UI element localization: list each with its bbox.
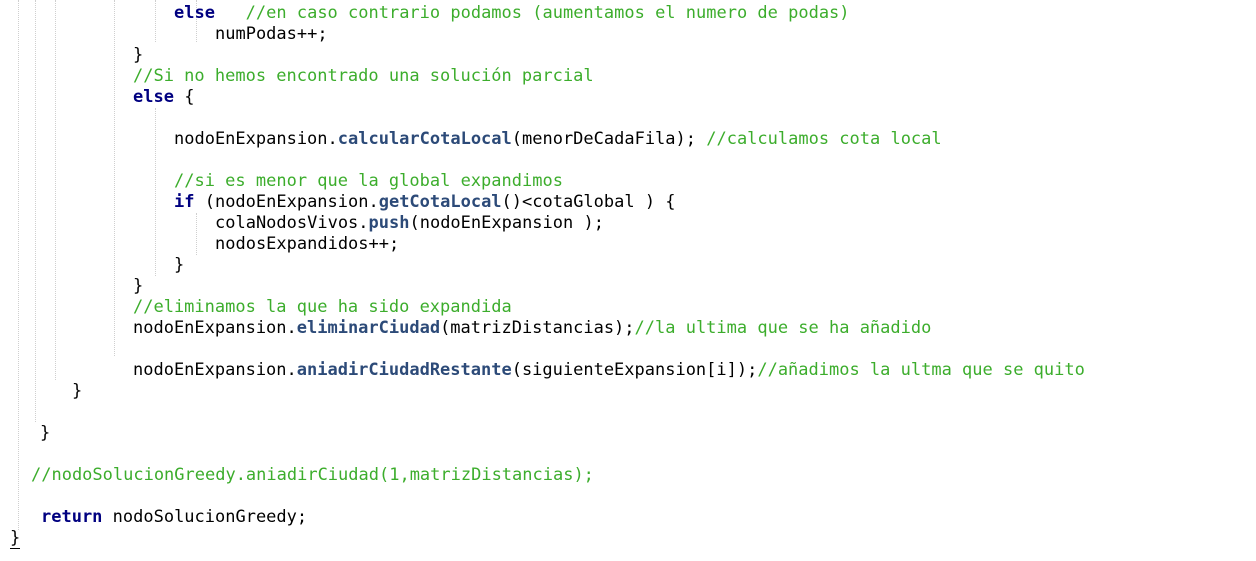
arguments: (siguienteExpansion[i]); — [511, 360, 758, 380]
identifier: nodoEnExpansion. — [133, 318, 297, 338]
code-line: nodoEnExpansion.aniadirCiudadRestante(si… — [133, 360, 1085, 381]
code-line: numPodas++; — [215, 24, 328, 45]
statement: nodosExpandidos++; — [215, 234, 400, 254]
keyword: return — [41, 507, 103, 527]
code-line: } — [72, 381, 82, 402]
code-line: } — [10, 528, 21, 549]
code-line: return nodoSolucionGreedy; — [41, 507, 307, 528]
closing-brace: } — [133, 45, 144, 65]
code-line: nodoEnExpansion.calcularCotaLocal(menorD… — [174, 129, 942, 150]
code-line: } — [40, 423, 50, 444]
indent-guide — [55, 0, 56, 380]
indent-guide — [18, 0, 19, 530]
code-line: else { — [133, 87, 194, 108]
arguments: (matrizDistancias); — [440, 318, 635, 338]
arguments: (nodoEnExpansion ); — [409, 213, 604, 233]
arguments: ()<cotaGlobal ) { — [501, 192, 676, 212]
comment: //en caso contrario podamos (aumentamos … — [245, 3, 850, 23]
comment: //la ultima que se ha añadido — [634, 318, 932, 338]
code-line: } — [133, 276, 143, 297]
code-line: nodosExpandidos++; — [215, 234, 399, 255]
indent-guide — [35, 0, 36, 422]
code-line: nodoEnExpansion.eliminarCiudad(matrizDis… — [133, 318, 931, 339]
code-line: } — [133, 45, 143, 66]
comment: //añadimos la ultma que se quito — [757, 360, 1085, 380]
method-call: eliminarCiudad — [296, 318, 441, 338]
statement: numPodas++; — [215, 24, 328, 44]
identifier: nodoEnExpansion. — [133, 360, 297, 380]
comment: //eliminamos la que ha sido expandida — [133, 297, 512, 317]
indent-guide — [114, 0, 115, 356]
identifier: (nodoEnExpansion. — [194, 192, 379, 212]
closing-brace: } — [40, 423, 51, 443]
code-line: colaNodosVivos.push(nodoEnExpansion ); — [215, 213, 604, 234]
closing-brace: } — [72, 381, 83, 401]
keyword: if — [174, 192, 195, 212]
comment: //Si no hemos encontrado una solución pa… — [133, 66, 594, 86]
comment: //nodoSolucionGreedy.aniadirCiudad(1,mat… — [31, 465, 594, 485]
code-line: //Si no hemos encontrado una solución pa… — [133, 66, 594, 87]
code-line: if (nodoEnExpansion.getCotaLocal()<cotaG… — [174, 192, 676, 213]
method-call: aniadirCiudadRestante — [296, 360, 512, 380]
closing-brace: } — [133, 276, 144, 296]
code-line: } — [174, 255, 184, 276]
identifier: nodoEnExpansion. — [174, 129, 338, 149]
statement: { — [173, 87, 195, 107]
keyword: else — [174, 3, 215, 23]
comment: //calculamos cota local — [706, 129, 942, 149]
code-line: else //en caso contrario podamos (aument… — [174, 3, 850, 24]
indent-guide — [155, 108, 156, 276]
code-line: //nodoSolucionGreedy.aniadirCiudad(1,mat… — [31, 465, 594, 486]
closing-brace: } — [174, 255, 185, 275]
code-line: //si es menor que la global expandimos — [174, 171, 563, 192]
keyword: else — [133, 87, 174, 107]
method-call: getCotaLocal — [378, 192, 502, 212]
indent-guide — [155, 0, 156, 42]
identifier: colaNodosVivos. — [215, 213, 369, 233]
statement: nodoSolucionGreedy; — [102, 507, 308, 527]
code-editor[interactable]: else //en caso contrario podamos (aument… — [0, 0, 1256, 561]
method-call: push — [368, 213, 410, 233]
arguments: (menorDeCadaFila); — [511, 129, 707, 149]
indent-guide — [196, 213, 197, 255]
comment: //si es menor que la global expandimos — [174, 171, 563, 191]
method-call: calcularCotaLocal — [337, 129, 512, 149]
code-line: //eliminamos la que ha sido expandida — [133, 297, 512, 318]
closing-brace: } — [10, 528, 21, 549]
